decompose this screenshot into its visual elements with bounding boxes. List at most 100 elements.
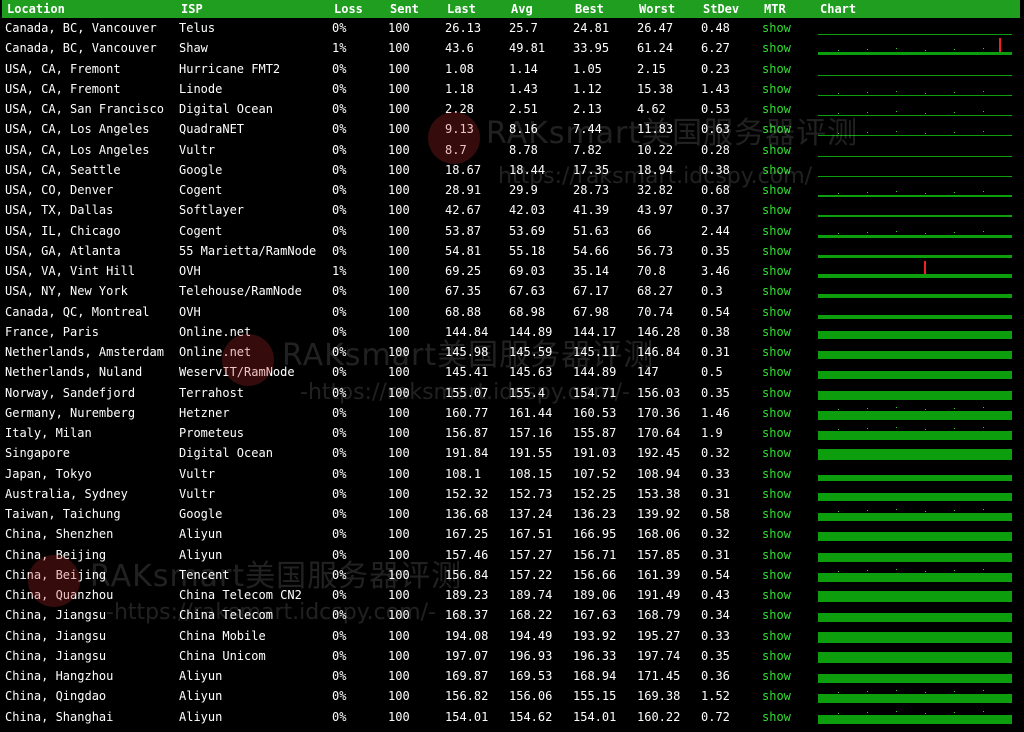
sent-cell: 100 (388, 628, 410, 643)
mtr-show-link[interactable]: show (762, 79, 812, 99)
mtr-show-link[interactable]: show (762, 241, 812, 261)
isp-cell: Google (179, 507, 223, 521)
header-stdev[interactable]: StDev (703, 0, 761, 18)
latency-sample-dot (954, 231, 955, 233)
worst-cell: 160.22 (637, 709, 681, 724)
table-row: USA, CA, Los Angeles Vultr 0% 100 8.7 8.78 7.8… (0, 140, 1024, 160)
mtr-show-link[interactable]: show (762, 281, 812, 301)
latency-sample-dot (838, 570, 839, 572)
mtr-show-link[interactable]: show (762, 585, 812, 605)
best-cell: 1.12 (573, 81, 602, 96)
latency-chart (818, 423, 1014, 443)
mtr-show-link[interactable]: show (762, 403, 812, 423)
stdev-cell: 0.72 (701, 709, 730, 724)
worst-cell: 168.06 (637, 527, 681, 542)
latency-sample-dot (983, 111, 984, 112)
table-row: Norway, Sandefjord Terrahost 0% 100 155.07 15… (0, 383, 1024, 403)
avg-cell: 108.15 (509, 466, 553, 481)
avg-cell: 189.74 (509, 588, 553, 602)
avg-cell: 68.98 (509, 304, 546, 319)
location-cell: China, Jiangsu (5, 608, 107, 623)
latency-sample-dot (983, 509, 984, 510)
mtr-show-link[interactable]: show (762, 302, 812, 322)
mtr-show-link[interactable]: show (762, 180, 812, 200)
latency-chart (818, 464, 1014, 484)
isp-cell: Aliyun (179, 547, 223, 562)
mtr-show-link[interactable]: show (762, 545, 812, 565)
loss-cell: 0% (332, 507, 347, 521)
header-loss[interactable]: Loss (334, 0, 388, 18)
mtr-show-link[interactable]: show (762, 18, 812, 38)
avg-cell: 145.63 (509, 365, 553, 380)
mtr-show-link[interactable]: show (762, 99, 812, 119)
loss-cell: 0% (332, 203, 347, 218)
worst-cell: 108.94 (637, 466, 681, 481)
header-last[interactable]: Last (447, 0, 507, 18)
latency-chart (818, 160, 1014, 180)
header-worst[interactable]: Worst (639, 0, 701, 18)
mtr-show-link[interactable]: show (762, 443, 812, 463)
latency-chart (818, 79, 1014, 99)
mtr-show-link[interactable]: show (762, 119, 812, 139)
header-avg[interactable]: Avg (511, 0, 571, 18)
mtr-show-link[interactable]: show (762, 484, 812, 504)
best-cell: 154.71 (573, 385, 617, 400)
mtr-show-link[interactable]: show (762, 686, 812, 706)
best-cell: 166.95 (573, 527, 617, 542)
avg-cell: 25.7 (509, 21, 538, 35)
header-location[interactable]: Location (7, 0, 179, 18)
mtr-show-link[interactable]: show (762, 383, 812, 403)
loss-cell: 0% (332, 122, 347, 137)
table-row: China, Beijing Tencent 0% 100 156.84 157.22 15… (0, 565, 1024, 585)
loss-cell: 0% (332, 669, 347, 683)
mtr-show-link[interactable]: show (762, 565, 812, 585)
stdev-cell: 0.68 (701, 183, 730, 197)
loss-cell: 0% (332, 689, 347, 704)
mtr-show-link[interactable]: show (762, 464, 812, 484)
header-sent[interactable]: Sent (390, 0, 444, 18)
mtr-show-link[interactable]: show (762, 38, 812, 58)
latency-chart (818, 585, 1014, 605)
sent-cell: 100 (388, 669, 410, 683)
location-cell: China, Jiangsu (5, 628, 107, 643)
worst-cell: 10.22 (637, 142, 674, 157)
latency-sample-dot (838, 429, 839, 430)
latency-chart (818, 99, 1014, 119)
location-cell: USA, CA, Los Angeles (5, 122, 150, 137)
worst-cell: 168.79 (637, 608, 681, 623)
loss-cell: 0% (332, 385, 347, 400)
mtr-show-link[interactable]: show (762, 524, 812, 544)
last-cell: 8.7 (445, 142, 467, 157)
mtr-show-link[interactable]: show (762, 646, 812, 666)
stdev-cell: 0.33 (701, 628, 730, 643)
mtr-show-link[interactable]: show (762, 261, 812, 281)
mtr-show-link[interactable]: show (762, 666, 812, 686)
table-row: USA, VA, Vint Hill OVH 1% 100 69.25 69.03 35.1… (0, 261, 1024, 281)
mtr-show-link[interactable]: show (762, 707, 812, 727)
mtr-show-link[interactable]: show (762, 200, 812, 220)
sent-cell: 100 (388, 183, 410, 197)
location-cell: USA, GA, Atlanta (5, 243, 121, 258)
mtr-show-link[interactable]: show (762, 221, 812, 241)
mtr-show-link[interactable]: show (762, 362, 812, 382)
last-cell: 42.67 (445, 203, 482, 218)
loss-cell: 0% (332, 162, 347, 177)
mtr-show-link[interactable]: show (762, 342, 812, 362)
header-isp[interactable]: ISP (181, 0, 331, 18)
latency-chart (818, 342, 1014, 362)
mtr-show-link[interactable]: show (762, 140, 812, 160)
latency-sample-dot (867, 49, 868, 51)
avg-cell: 161.44 (509, 405, 553, 420)
sent-cell: 100 (388, 264, 410, 278)
latency-sample-dot (896, 111, 897, 112)
mtr-show-link[interactable]: show (762, 626, 812, 646)
mtr-show-link[interactable]: show (762, 322, 812, 342)
latency-chart (818, 221, 1014, 241)
sent-cell: 100 (388, 223, 410, 238)
mtr-show-link[interactable]: show (762, 160, 812, 180)
header-best[interactable]: Best (575, 0, 635, 18)
mtr-show-link[interactable]: show (762, 504, 812, 524)
mtr-show-link[interactable]: show (762, 59, 812, 79)
mtr-show-link[interactable]: show (762, 605, 812, 625)
mtr-show-link[interactable]: show (762, 423, 812, 443)
